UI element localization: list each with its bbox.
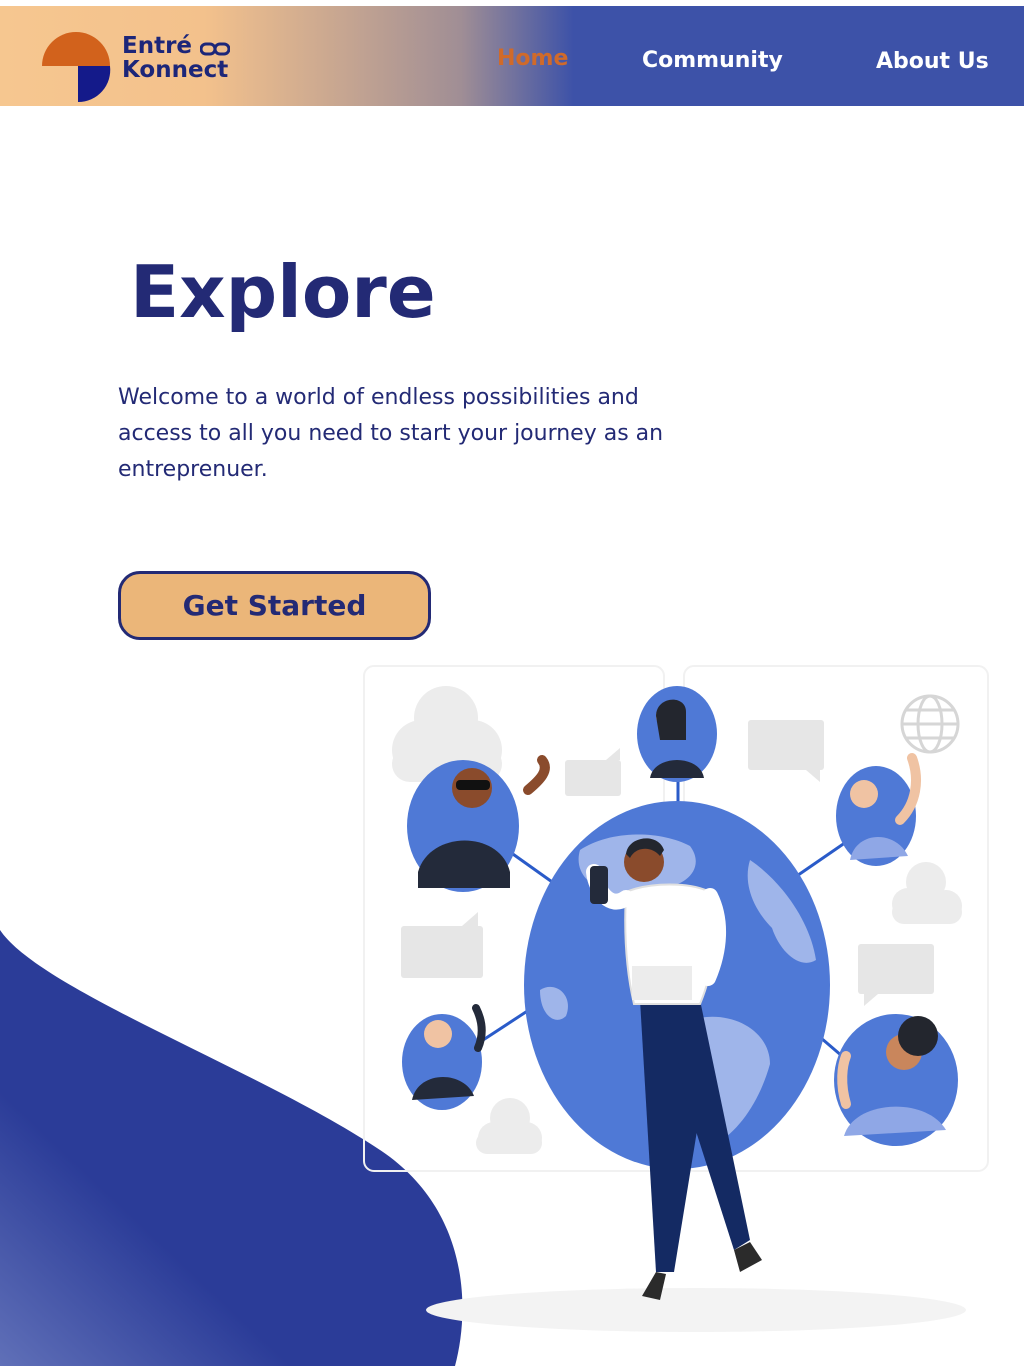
navbar: Entré Konnect Home Community About Us: [0, 6, 1024, 106]
globe-icon: [900, 694, 960, 754]
nav-about-us[interactable]: About Us: [876, 49, 989, 74]
chain-link-icon: [200, 42, 230, 56]
nav-home[interactable]: Home: [497, 46, 568, 71]
brand-logo[interactable]: Entré Konnect: [40, 26, 250, 106]
brand-line-2: Konnect: [122, 57, 229, 83]
avatar: [836, 753, 921, 866]
cloud-icon: [476, 1098, 542, 1154]
avatar: [402, 1004, 486, 1110]
get-started-button[interactable]: Get Started: [118, 571, 431, 640]
hero-subtitle: Welcome to a world of endless possibilit…: [118, 385, 664, 482]
cloud-icon: [892, 862, 962, 924]
logo-mark-icon: [42, 32, 111, 103]
avatar: [637, 686, 717, 782]
hero-illustration: [363, 665, 989, 1332]
avatar: [834, 1014, 958, 1146]
page-title: Explore: [130, 250, 436, 334]
avatar: [407, 755, 550, 892]
nav-community[interactable]: Community: [642, 48, 783, 73]
